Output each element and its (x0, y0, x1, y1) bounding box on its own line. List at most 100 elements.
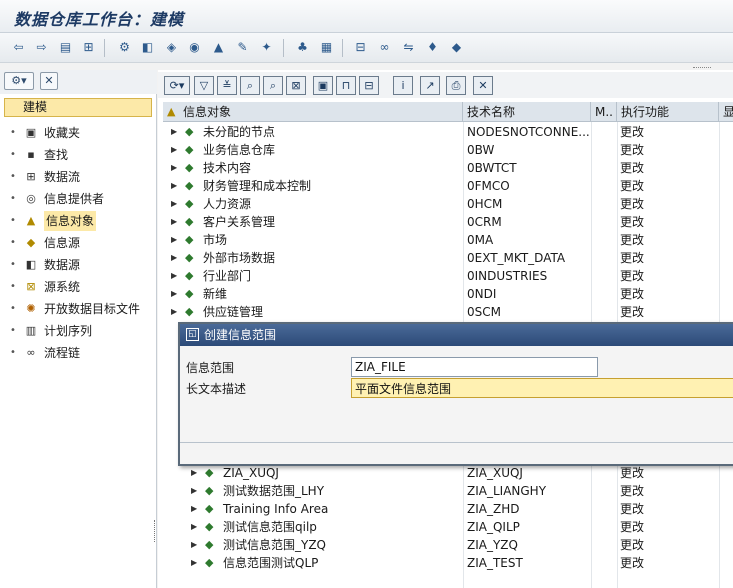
network-icon[interactable]: ⊟ (352, 39, 369, 56)
wizard-icon[interactable]: ✦ (258, 39, 275, 56)
table-row[interactable]: ▶ ◆ 技术内容 0BWTCT 更改 (163, 159, 733, 177)
table-row[interactable]: ▶ ◆ 人力资源 0HCM 更改 (163, 195, 733, 213)
close-pane-button[interactable]: ✕ (40, 72, 58, 90)
infoarea-name[interactable]: 新维 (203, 285, 227, 303)
infoarea-name[interactable]: 技术内容 (203, 159, 251, 177)
table-row[interactable]: ▶ ◆ 测试数据范围_LHY ZIA_LIANGHY 更改 (163, 482, 733, 500)
cell-function[interactable]: 更改 (620, 231, 720, 249)
infoobject-toolbar-icon[interactable]: ▲ (210, 39, 227, 56)
refresh-dropdown-button[interactable]: ⟳▾ (164, 76, 190, 95)
expand-arrow-icon[interactable]: ▶ (191, 464, 197, 482)
folder-icon[interactable]: ⊓ (336, 76, 356, 95)
expand-arrow-icon[interactable]: ▶ (171, 213, 177, 231)
layout-icon[interactable]: ▣ (313, 76, 333, 95)
expand-all-icon[interactable]: ▽ (194, 76, 214, 95)
expand-arrow-icon[interactable]: ▶ (191, 554, 197, 572)
expand-arrow-icon[interactable]: ▶ (191, 518, 197, 536)
nav-item-source-system[interactable]: • ⊠ 源系统 (8, 277, 154, 297)
expand-arrow-icon[interactable]: ▶ (191, 482, 197, 500)
nav-item-datasource[interactable]: • ◧ 数据源 (8, 255, 154, 275)
nav-item-schedule[interactable]: • ▥ 计划序列 (8, 321, 154, 341)
expand-arrow-icon[interactable]: ▶ (171, 141, 177, 159)
pane-resize-grip[interactable] (154, 520, 157, 542)
infoarea-name[interactable]: 财务管理和成本控制 (203, 177, 311, 195)
link-icon[interactable]: ∞ (376, 39, 393, 56)
administration-icon[interactable]: ◧ (139, 39, 156, 56)
long-description-input[interactable] (351, 378, 733, 398)
infoarea-input[interactable] (351, 357, 598, 377)
basket-icon[interactable]: ♦ (424, 39, 441, 56)
expand-arrow-icon[interactable]: ▶ (171, 267, 177, 285)
nav-item-process-chain[interactable]: • ∞ 流程链 (8, 343, 154, 363)
table-row[interactable]: ▶ ◆ 财务管理和成本控制 0FMCO 更改 (163, 177, 733, 195)
nav-item-infoobject[interactable]: • ▲ 信息对象 (8, 211, 154, 231)
table-row[interactable]: ▶ ◆ 行业部门 0INDUSTRIES 更改 (163, 267, 733, 285)
find-next-icon[interactable]: ⌕ (263, 76, 283, 95)
table-row[interactable]: ▶ ◆ 未分配的节点 NODESNOTCONNE... 更改 (163, 123, 733, 141)
transport-icon[interactable]: ⇋ (400, 39, 417, 56)
cell-function[interactable]: 更改 (620, 285, 720, 303)
forward-arrow-icon[interactable]: ⇨ (33, 39, 50, 56)
cell-function[interactable]: 更改 (620, 123, 720, 141)
col-header-function[interactable]: 执行功能 (617, 102, 719, 122)
infoarea-name[interactable]: 未分配的节点 (203, 123, 275, 141)
expand-arrow-icon[interactable]: ▶ (171, 303, 177, 321)
hierarchy-icon[interactable]: ⊞ (80, 39, 97, 56)
expand-arrow-icon[interactable]: ▶ (171, 285, 177, 303)
cell-function[interactable]: 更改 (620, 267, 720, 285)
cube-icon[interactable]: ◈ (163, 39, 180, 56)
infoarea-name[interactable]: Training Info Area (223, 500, 328, 518)
package-icon[interactable]: ◆ (448, 39, 465, 56)
col-header-m[interactable]: M.. (591, 102, 617, 122)
back-arrow-icon[interactable]: ⇦ (10, 39, 27, 56)
database-icon[interactable]: ◉ (186, 39, 203, 56)
info-icon[interactable]: i (393, 76, 413, 95)
nav-item-favorites[interactable]: • ▣ 收藏夹 (8, 123, 154, 143)
jump-icon[interactable]: ↗ (420, 76, 440, 95)
nav-item-find[interactable]: • ▪ 查找 (8, 145, 154, 165)
nav-item-infoprovider[interactable]: • ◎ 信息提供者 (8, 189, 154, 209)
infoarea-name[interactable]: 业务信息仓库 (203, 141, 275, 159)
tree-icon[interactable]: ♣ (294, 39, 311, 56)
col-header-infoobject[interactable]: 信息对象 (163, 102, 463, 122)
cell-function[interactable]: 更改 (620, 195, 720, 213)
cell-function[interactable]: 更改 (620, 213, 720, 231)
expand-arrow-icon[interactable]: ▶ (171, 195, 177, 213)
infoarea-name[interactable]: 测试信息范围_YZQ (223, 536, 326, 554)
table-row[interactable]: ▶ ◆ ZIA_XUQJ ZIA_XUQJ 更改 (163, 464, 733, 482)
infoarea-name[interactable]: 信息范围测试QLP (223, 554, 318, 572)
table-row[interactable]: ▶ ◆ 客户关系管理 0CRM 更改 (163, 213, 733, 231)
delete-icon[interactable]: ✕ (473, 76, 493, 95)
nav-item-open-hub[interactable]: • ✺ 开放数据目标文件 (8, 299, 154, 319)
table-row[interactable]: ▶ ◆ 外部市场数据 0EXT_MKT_DATA 更改 (163, 249, 733, 267)
col-header-techname[interactable]: 技术名称 (463, 102, 591, 122)
section-modeling[interactable]: 建模 (4, 98, 152, 117)
infoarea-name[interactable]: 供应链管理 (203, 303, 263, 321)
table-row[interactable]: ▶ ◆ 测试信息范围qilp ZIA_QILP 更改 (163, 518, 733, 536)
table-row[interactable]: ▶ ◆ 信息范围测试QLP ZIA_TEST 更改 (163, 554, 733, 572)
table-icon[interactable]: ▦ (318, 39, 335, 56)
table-row[interactable]: ▶ ◆ 新维 0NDI 更改 (163, 285, 733, 303)
table-row[interactable]: ▶ ◆ 测试信息范围_YZQ ZIA_YZQ 更改 (163, 536, 733, 554)
expand-arrow-icon[interactable]: ▶ (171, 249, 177, 267)
cell-function[interactable]: 更改 (620, 536, 720, 554)
edit-icon[interactable]: ✎ (234, 39, 251, 56)
cell-function[interactable]: 更改 (620, 464, 720, 482)
nav-item-infosource[interactable]: • ◆ 信息源 (8, 233, 154, 253)
cell-function[interactable]: 更改 (620, 554, 720, 572)
print-icon[interactable]: ⎙ (446, 76, 466, 95)
infoarea-name[interactable]: ZIA_XUQJ (223, 464, 279, 482)
modeling-icon[interactable]: ⚙ (116, 39, 133, 56)
overview-icon[interactable]: ▤ (57, 39, 74, 56)
collapse-all-icon[interactable]: ≚ (217, 76, 237, 95)
expand-arrow-icon[interactable]: ▶ (171, 177, 177, 195)
infoarea-name[interactable]: 行业部门 (203, 267, 251, 285)
filter-icon[interactable]: ⊠ (286, 76, 306, 95)
columns-icon[interactable]: ⊟ (359, 76, 379, 95)
table-row[interactable]: ▶ ◆ 业务信息仓库 0BW 更改 (163, 141, 733, 159)
nav-item-dataflow[interactable]: • ⊞ 数据流 (8, 167, 154, 187)
col-header-display[interactable]: 显 (719, 102, 733, 122)
cell-function[interactable]: 更改 (620, 500, 720, 518)
infoarea-name[interactable]: 外部市场数据 (203, 249, 275, 267)
infoarea-name[interactable]: 客户关系管理 (203, 213, 275, 231)
